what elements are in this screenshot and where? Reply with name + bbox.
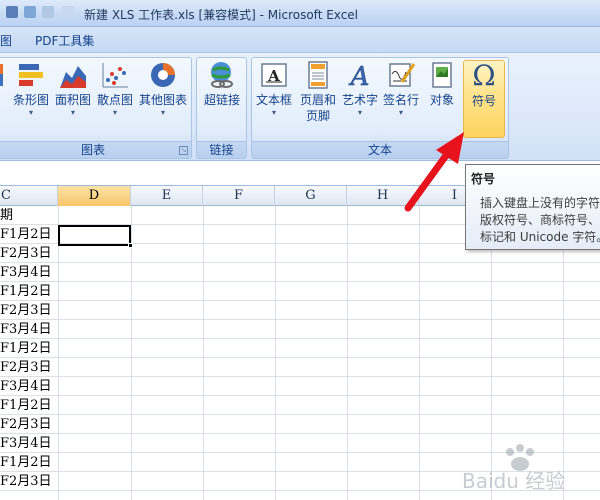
- group-label-links: 链接: [197, 141, 246, 158]
- save-icon[interactable]: [6, 6, 18, 18]
- scatter-chart-icon: [102, 63, 128, 88]
- dialog-launcher-icon[interactable]: ↘: [179, 146, 188, 155]
- active-cell-d2[interactable]: [58, 225, 131, 246]
- cell-c[interactable]: F3月4日: [0, 434, 52, 453]
- watermark-text: Baidu 经验: [462, 469, 565, 493]
- textbox-label: 文本框: [255, 93, 292, 107]
- wordart-button[interactable]: A 艺术字 ▾: [340, 60, 380, 118]
- grid-line: [275, 206, 276, 500]
- group-label-charts: 图表: [0, 141, 191, 158]
- wordart-icon: A: [348, 62, 370, 90]
- tooltip-line: 插入键盘上没有的字符: [480, 196, 600, 210]
- header-footer-label: 页眉和: [299, 93, 336, 107]
- tab-pdf-tools[interactable]: PDF工具集: [35, 32, 94, 49]
- chevron-down-icon: ▾: [70, 108, 75, 117]
- hyperlink-icon: [211, 62, 233, 88]
- object-icon: [432, 62, 452, 88]
- signature-line-button[interactable]: 签名行 ▾: [381, 60, 421, 118]
- cell-c[interactable]: F3月4日: [0, 320, 52, 339]
- symbol-label: 符号: [471, 94, 496, 108]
- title-bar: 新建 XLS 工作表.xls [兼容模式] - Microsoft Excel: [0, 0, 600, 27]
- bar-chart-label: 条形图: [12, 93, 49, 107]
- group-charts: 条形图 ▾ 面积图 ▾ 散点图 ▾ 其他图表 ▾ 图表 ↘: [0, 57, 192, 159]
- header-footer-label-2: 页脚: [305, 109, 330, 123]
- bar-chart-icon: [19, 64, 43, 86]
- hyperlink-button[interactable]: 超链接: [200, 60, 244, 108]
- partial-chart-button[interactable]: [0, 60, 7, 92]
- area-chart-icon: [60, 66, 86, 88]
- line-chart-icon: [0, 64, 3, 86]
- symbol-tooltip: 符号 插入键盘上没有的字符 版权符号、商标符号、I 标记和 Unicode 字符…: [465, 164, 600, 250]
- ribbon-tabs: 图 PDF工具集: [0, 27, 600, 52]
- cell-c[interactable]: F1月2日: [0, 339, 52, 358]
- column-header-g[interactable]: G: [275, 186, 347, 206]
- cell-c[interactable]: F3月4日: [0, 377, 52, 396]
- cell-c[interactable]: F1月2日: [0, 396, 52, 415]
- area-chart-label: 面积图: [54, 93, 91, 107]
- bar-chart-button[interactable]: 条形图 ▾: [11, 60, 51, 118]
- quick-access-toolbar: [0, 4, 84, 22]
- chevron-down-icon: ▾: [271, 108, 276, 117]
- object-button[interactable]: 对象: [424, 60, 460, 108]
- fill-handle[interactable]: [128, 243, 133, 248]
- cell-c[interactable]: F2月3日: [0, 301, 52, 320]
- textbox-button[interactable]: A 文本框 ▾: [254, 60, 294, 118]
- symbol-button[interactable]: Ω 符号: [463, 60, 505, 138]
- other-charts-icon: [151, 63, 175, 87]
- cell-c[interactable]: 期: [0, 206, 13, 225]
- redo-icon[interactable]: [42, 6, 54, 18]
- wordart-label: 艺术字: [341, 93, 378, 107]
- other-charts-label: 其他图表: [138, 93, 187, 107]
- chevron-down-icon: ▾: [112, 108, 117, 117]
- hyperlink-label: 超链接: [203, 93, 240, 107]
- tooltip-line: 版权符号、商标符号、I: [480, 213, 600, 227]
- cell-c[interactable]: F2月3日: [0, 358, 52, 377]
- grid-line: [203, 206, 204, 500]
- column-header-c[interactable]: C: [0, 186, 58, 206]
- area-chart-button[interactable]: 面积图 ▾: [53, 60, 93, 118]
- dropdown-icon[interactable]: [62, 6, 74, 18]
- chevron-down-icon: ▾: [357, 108, 362, 117]
- column-header-d[interactable]: D: [58, 186, 131, 206]
- grid-line: [131, 206, 132, 500]
- object-label: 对象: [429, 93, 454, 107]
- header-footer-button[interactable]: 页眉和 页脚: [296, 60, 340, 124]
- cell-c[interactable]: F3月4日: [0, 263, 52, 282]
- grid-line: [58, 206, 59, 500]
- tooltip-line: 标记和 Unicode 字符。: [480, 230, 600, 244]
- chevron-down-icon: ▾: [160, 108, 165, 117]
- column-header-e[interactable]: E: [131, 186, 203, 206]
- tooltip-body: 插入键盘上没有的字符 版权符号、商标符号、I 标记和 Unicode 字符。: [480, 195, 600, 246]
- chevron-down-icon: ▾: [398, 108, 403, 117]
- grid-line: [347, 206, 348, 500]
- signature-line-icon: [389, 63, 416, 87]
- undo-icon[interactable]: [24, 6, 36, 18]
- cell-c[interactable]: F2月3日: [0, 415, 52, 434]
- grid-line: [419, 206, 420, 500]
- signature-line-label: 签名行: [382, 93, 419, 107]
- cell-c[interactable]: F1月2日: [0, 282, 52, 301]
- red-arrow-annotation: [404, 132, 464, 212]
- cell-c[interactable]: F2月3日: [0, 472, 52, 491]
- group-links: 超链接 链接: [196, 57, 247, 159]
- tab-partial[interactable]: 图: [0, 32, 12, 49]
- scatter-chart-label: 散点图: [96, 93, 133, 107]
- symbol-omega-icon: Ω: [472, 59, 496, 92]
- header-footer-icon: [308, 61, 328, 89]
- other-charts-button[interactable]: 其他图表 ▾: [137, 60, 189, 118]
- cell-c[interactable]: F2月3日: [0, 244, 52, 263]
- chevron-down-icon: ▾: [28, 108, 33, 117]
- scatter-chart-button[interactable]: 散点图 ▾: [95, 60, 135, 118]
- column-header-f[interactable]: F: [203, 186, 275, 206]
- cell-c[interactable]: F1月2日: [0, 225, 52, 244]
- baidu-watermark-logo: Baidu 经验: [462, 444, 565, 493]
- cell-c[interactable]: F1月2日: [0, 453, 52, 472]
- textbox-icon: A: [261, 63, 287, 87]
- window-title: 新建 XLS 工作表.xls [兼容模式] - Microsoft Excel: [84, 8, 359, 22]
- svg-text:A: A: [349, 62, 370, 90]
- ribbon: 条形图 ▾ 面积图 ▾ 散点图 ▾ 其他图表 ▾ 图表 ↘ 超链接 链接 A 文…: [0, 52, 600, 160]
